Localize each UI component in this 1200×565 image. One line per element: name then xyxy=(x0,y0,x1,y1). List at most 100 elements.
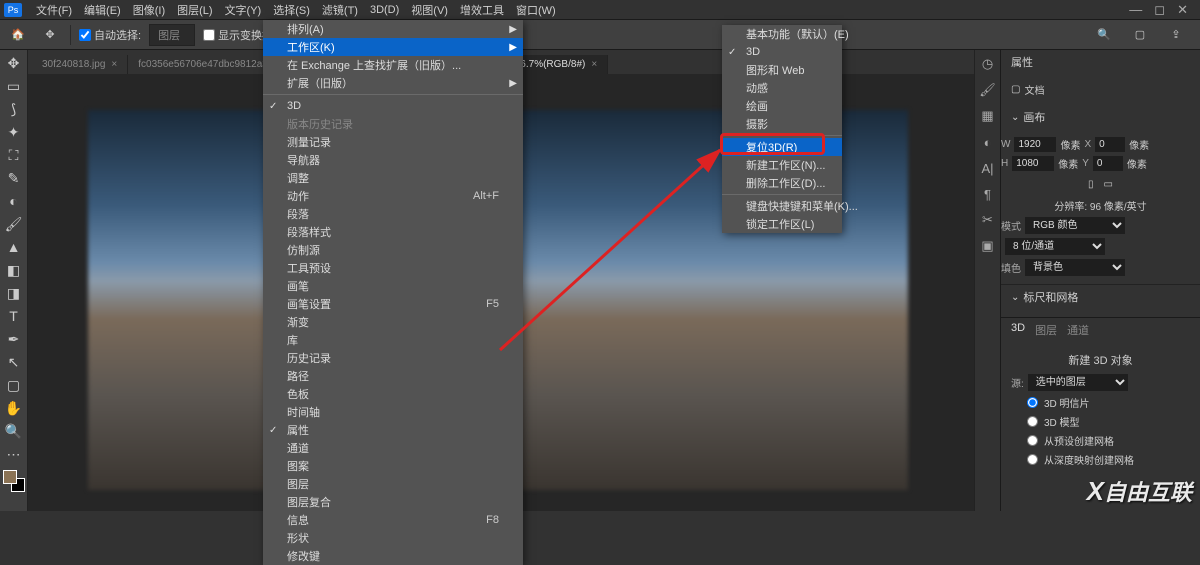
submenu-item[interactable]: 摄影 xyxy=(722,115,842,133)
submenu-item[interactable]: 绘画 xyxy=(722,97,842,115)
menu-item[interactable]: 工作区(K)▶ xyxy=(263,38,523,56)
x-input[interactable] xyxy=(1095,137,1125,152)
menu-item[interactable]: 路径 xyxy=(263,367,523,385)
move-tool-icon[interactable]: ✥ xyxy=(38,23,62,47)
zoom-tool[interactable]: 🔍 xyxy=(2,420,26,442)
color-swatch[interactable] xyxy=(3,470,25,492)
submenu-item[interactable]: 新建工作区(N)... xyxy=(722,156,842,174)
eyedropper-tool[interactable]: ✎ xyxy=(2,167,26,189)
history-panel-icon[interactable]: ◷ xyxy=(978,54,998,74)
edit-toolbar[interactable]: ⋯ xyxy=(2,443,26,465)
menu-plugins[interactable]: 增效工具 xyxy=(454,2,510,18)
adjustments-panel-icon[interactable]: ◐ xyxy=(978,132,998,152)
pen-tool[interactable]: ✒ xyxy=(2,328,26,350)
height-input[interactable] xyxy=(1012,156,1054,171)
crop-tool[interactable]: ⛶ xyxy=(2,144,26,166)
orientation-portrait-icon[interactable]: ▯ xyxy=(1088,179,1094,190)
menu-item[interactable]: 动作Alt+F xyxy=(263,187,523,205)
submenu-item[interactable]: 锁定工作区(L) xyxy=(722,215,842,233)
close-tab-icon[interactable]: × xyxy=(111,59,117,70)
3d-preset-radio[interactable]: 从预设创建网格 xyxy=(1011,431,1190,450)
menu-select[interactable]: 选择(S) xyxy=(267,2,316,18)
lasso-tool[interactable]: ⟆ xyxy=(2,98,26,120)
menu-item[interactable]: ✓3D xyxy=(263,97,523,115)
workspace-icon[interactable]: ▢ xyxy=(1128,23,1152,47)
menu-filter[interactable]: 滤镜(T) xyxy=(316,2,364,18)
menu-file[interactable]: 文件(F) xyxy=(30,2,78,18)
menu-item[interactable]: 段落样式 xyxy=(263,223,523,241)
mode-select[interactable]: RGB 颜色 xyxy=(1025,217,1125,234)
wand-tool[interactable]: ✦ xyxy=(2,121,26,143)
menu-type[interactable]: 文字(Y) xyxy=(219,2,268,18)
menu-item[interactable]: 信息F8 xyxy=(263,511,523,529)
marquee-tool[interactable]: ▭ xyxy=(2,75,26,97)
auto-select-dropdown[interactable]: 图层 xyxy=(149,24,195,46)
menu-layer[interactable]: 图层(L) xyxy=(171,2,218,18)
character-panel-icon[interactable]: A| xyxy=(978,158,998,178)
menu-item[interactable]: 历史记录 xyxy=(263,349,523,367)
menu-item[interactable]: 仿制源 xyxy=(263,241,523,259)
menu-window[interactable]: 窗口(W) xyxy=(510,2,562,18)
menu-item[interactable]: 工具预设 xyxy=(263,259,523,277)
submenu-item[interactable]: 图形和 Web xyxy=(722,61,842,79)
heal-tool[interactable]: ◐ xyxy=(2,190,26,212)
menu-item[interactable]: 渐变 xyxy=(263,313,523,331)
canvas-section[interactable]: 画布 xyxy=(1001,105,1200,129)
menu-item[interactable]: 扩展（旧版）▶ xyxy=(263,74,523,92)
menu-item[interactable]: 在 Exchange 上查找扩展（旧版）... xyxy=(263,56,523,74)
submenu-item[interactable]: 基本功能（默认）(E) xyxy=(722,25,842,43)
menu-edit[interactable]: 编辑(E) xyxy=(78,2,127,18)
submenu-item[interactable]: 动感 xyxy=(722,79,842,97)
menu-item[interactable]: 导航器 xyxy=(263,151,523,169)
brush-panel-icon[interactable]: 🖌 xyxy=(978,80,998,100)
submenu-item[interactable]: 键盘快捷键和菜单(K)... xyxy=(722,197,842,215)
rulers-section[interactable]: 标尺和网格 xyxy=(1001,285,1200,309)
home-icon[interactable]: 🏠 xyxy=(6,23,30,47)
3d-tab[interactable]: 3D xyxy=(1011,322,1025,338)
menu-item[interactable]: 库 xyxy=(263,331,523,349)
paragraph-panel-icon[interactable]: ¶ xyxy=(978,184,998,204)
properties-tab[interactable]: 属性 xyxy=(1001,50,1200,74)
menu-item[interactable]: 画笔 xyxy=(263,277,523,295)
y-input[interactable] xyxy=(1093,156,1123,171)
submenu-item[interactable]: 删除工作区(D)... xyxy=(722,174,842,192)
fill-select[interactable]: 背景色 xyxy=(1025,259,1125,276)
minimize-icon[interactable]: — xyxy=(1129,2,1142,18)
path-tool[interactable]: ↖ xyxy=(2,351,26,373)
menu-item[interactable]: 排列(A)▶ xyxy=(263,20,523,38)
3d-depth-radio[interactable]: 从深度映射创建网格 xyxy=(1011,450,1190,469)
menu-item[interactable]: 时间轴 xyxy=(263,403,523,421)
layers-tab[interactable]: 图层 xyxy=(1035,322,1057,338)
depth-select[interactable]: 8 位/通道 xyxy=(1005,238,1105,255)
menu-item[interactable]: ✓属性 xyxy=(263,421,523,439)
menu-item[interactable]: 图案 xyxy=(263,457,523,475)
submenu-item[interactable]: 复位3D(R) xyxy=(722,138,842,156)
menu-item[interactable]: 色板 xyxy=(263,385,523,403)
hand-tool[interactable]: ✋ xyxy=(2,397,26,419)
tools-panel-icon[interactable]: ✂ xyxy=(978,210,998,230)
3d-postcard-radio[interactable]: 3D 明信片 xyxy=(1011,393,1190,412)
menu-item[interactable]: 通道 xyxy=(263,439,523,457)
menu-item[interactable]: 修改键 xyxy=(263,547,523,565)
width-input[interactable] xyxy=(1014,137,1056,152)
menu-item[interactable]: 版本历史记录 xyxy=(263,115,523,133)
gradient-tool[interactable]: ◨ xyxy=(2,282,26,304)
menu-item[interactable]: 测量记录 xyxy=(263,133,523,151)
orientation-landscape-icon[interactable]: ▭ xyxy=(1104,179,1113,190)
menu-item[interactable]: 画笔设置F5 xyxy=(263,295,523,313)
type-tool[interactable]: T xyxy=(2,305,26,327)
styles-panel-icon[interactable]: ▣ xyxy=(978,236,998,256)
menu-3d[interactable]: 3D(D) xyxy=(364,4,405,16)
share-icon[interactable]: ⇪ xyxy=(1164,23,1188,47)
menu-item[interactable]: 图层 xyxy=(263,475,523,493)
menu-item[interactable]: 段落 xyxy=(263,205,523,223)
brush-tool[interactable]: 🖌 xyxy=(2,213,26,235)
menu-item[interactable]: 调整 xyxy=(263,169,523,187)
maximize-icon[interactable]: ◻ xyxy=(1154,2,1165,18)
close-tab-icon[interactable]: × xyxy=(591,59,597,70)
shape-tool[interactable]: ▢ xyxy=(2,374,26,396)
menu-view[interactable]: 视图(V) xyxy=(405,2,454,18)
menu-item[interactable]: 图层复合 xyxy=(263,493,523,511)
eraser-tool[interactable]: ◧ xyxy=(2,259,26,281)
menu-item[interactable]: 形状 xyxy=(263,529,523,547)
